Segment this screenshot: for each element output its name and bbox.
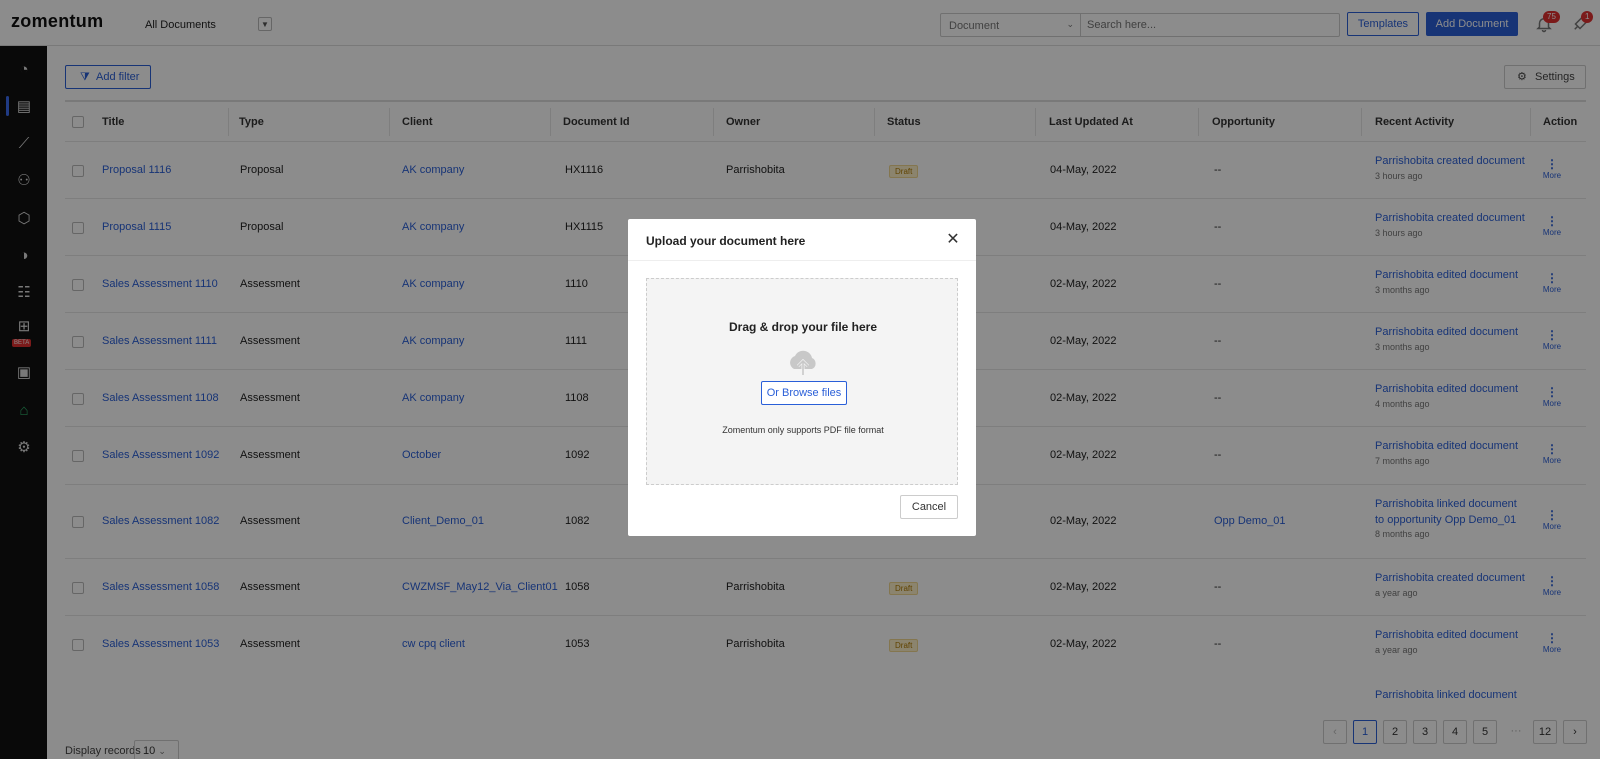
modal-divider — [628, 260, 976, 261]
file-drop-zone[interactable]: Drag & drop your file here Or Browse fil… — [646, 278, 958, 485]
close-icon[interactable]: ✕ — [945, 232, 961, 248]
cloud-upload-icon — [790, 350, 816, 375]
modal-title: Upload your document here — [646, 234, 806, 248]
cancel-button[interactable]: Cancel — [900, 495, 958, 519]
format-note: Zomentum only supports PDF file format — [722, 425, 884, 435]
drop-title: Drag & drop your file here — [728, 320, 878, 334]
browse-files-button[interactable]: Or Browse files — [761, 381, 847, 405]
upload-modal: Upload your document here ✕ Drag & drop … — [628, 219, 976, 536]
